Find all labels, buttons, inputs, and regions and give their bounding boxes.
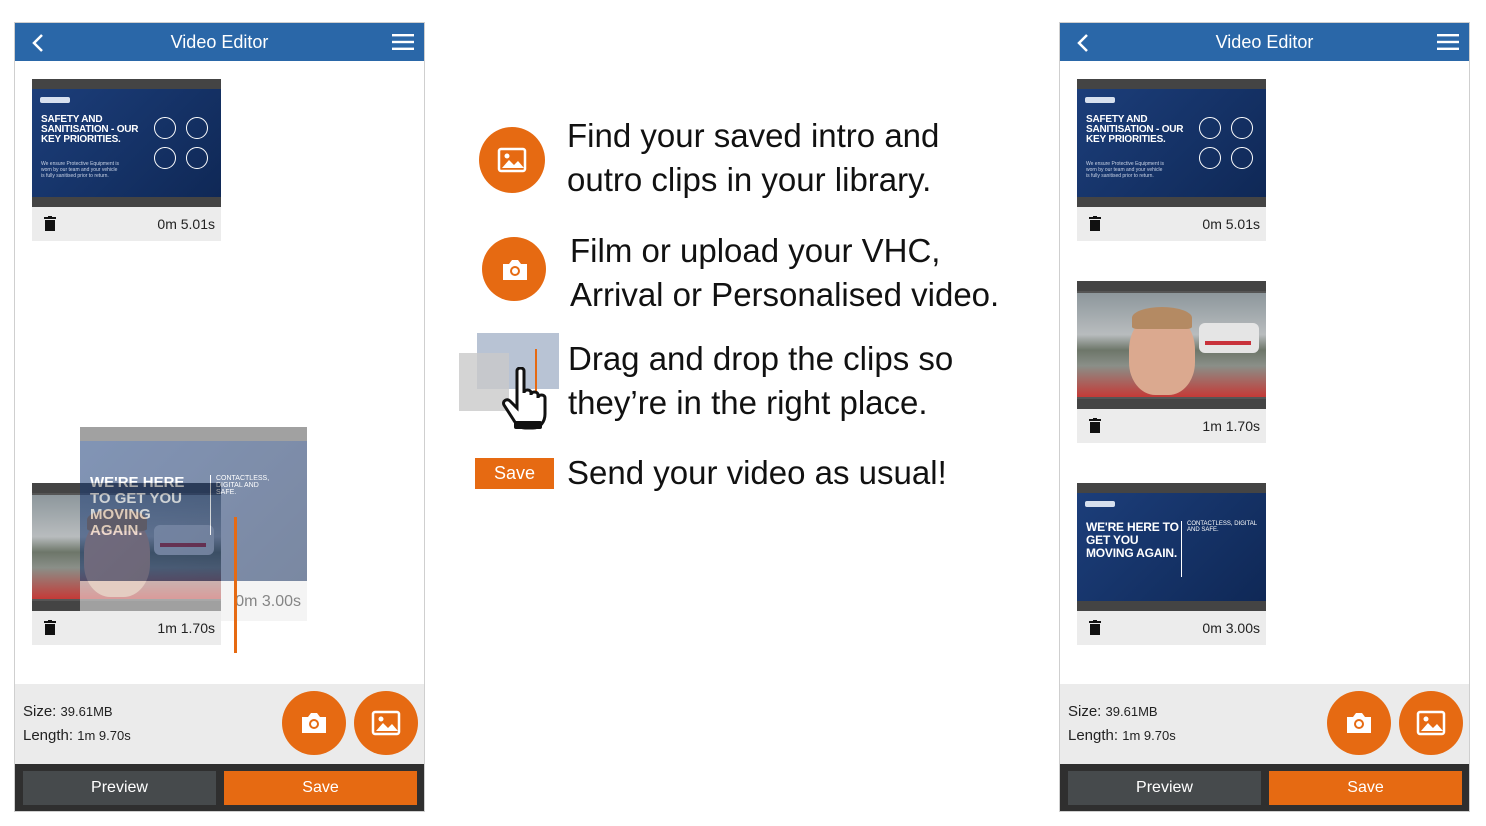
drag-hand-icon — [459, 333, 559, 431]
clip-thumbnail[interactable]: SAFETY AND SANITISATION - OUR KEY PRIORI… — [1077, 79, 1266, 207]
promo-slide: SAFETY AND SANITISATION - OUR KEY PRIORI… — [32, 89, 221, 197]
promo-slide: WE'RE HERE TO GET YOU MOVING AGAIN. CONT… — [1077, 493, 1266, 601]
clip-duration: 1m 1.70s — [1202, 418, 1260, 434]
sanitiser-icon — [1231, 117, 1253, 139]
promo-body: We ensure Protective Equipment is worn b… — [1086, 161, 1165, 179]
no-virus-icon — [186, 147, 208, 169]
clip-toolbar: 0m 3.00s — [1077, 611, 1266, 645]
clip-duration: 0m 3.00s — [1202, 620, 1260, 636]
step-1-text: Find your saved intro and outro clips in … — [567, 117, 940, 198]
clip-thumbnail[interactable]: SAFETY AND SANITISATION - OUR KEY PRIORI… — [32, 79, 221, 207]
step-4-text: Send your video as usual! — [567, 454, 947, 491]
clip-duration: 0m 5.01s — [1202, 216, 1260, 232]
steering-wheel-icon — [1199, 147, 1221, 169]
app-header: Video Editor — [15, 23, 424, 61]
step-3-text: Drag and drop the clips so they’re in the… — [568, 340, 954, 421]
header-title: Video Editor — [1215, 32, 1314, 52]
phone-screen-before: Video Editor SAFETY AND SANITISATION - O… — [14, 22, 425, 812]
glove-icon — [154, 117, 176, 139]
camera-icon — [302, 713, 326, 733]
video-frame — [1077, 293, 1266, 397]
step-2-text: Film or upload your VHC, Arrival or Perso… — [570, 232, 1000, 313]
steering-wheel-icon — [154, 147, 176, 169]
save-badge: Save — [475, 458, 554, 489]
sanitiser-icon — [186, 117, 208, 139]
header-title: Video Editor — [170, 32, 269, 52]
video-info-panel: Size: 39.61MB Length: 1m 9.70s — [15, 684, 424, 764]
camera-icon — [1347, 713, 1371, 733]
trash-icon[interactable] — [44, 216, 56, 231]
trash-icon[interactable] — [1089, 620, 1101, 635]
trash-icon[interactable] — [1089, 418, 1101, 433]
camera-button[interactable] — [282, 691, 346, 755]
clip-toolbar: 1m 1.70s — [1077, 409, 1266, 443]
save-button[interactable]: Save — [1269, 771, 1462, 805]
promo-body: We ensure Protective Equipment is worn b… — [41, 161, 120, 179]
promo-tagline: CONTACTLESS, DIGITAL AND SAFE. — [1187, 521, 1257, 533]
length-info: Length: 1m 9.70s — [23, 727, 131, 744]
clip-item[interactable]: SAFETY AND SANITISATION - OUR KEY PRIORI… — [1077, 79, 1266, 241]
glove-icon — [1199, 117, 1221, 139]
trash-icon[interactable] — [1089, 216, 1101, 231]
promo-headline: SAFETY AND SANITISATION - OUR KEY PRIORI… — [41, 114, 139, 145]
promo-headline: WE'RE HERE TO GET YOU MOVING AGAIN. — [90, 474, 185, 539]
clip-item[interactable]: WE'RE HERE TO GET YOU MOVING AGAIN. CONT… — [1077, 483, 1266, 645]
brand-logo — [1085, 501, 1115, 507]
clip-duration: 0m 3.00s — [235, 593, 301, 610]
clip-duration: 0m 5.01s — [157, 216, 215, 232]
library-button[interactable] — [1399, 691, 1463, 755]
clip-thumbnail[interactable]: WE'RE HERE TO GET YOU MOVING AGAIN. CONT… — [1077, 483, 1266, 611]
save-button[interactable]: Save — [224, 771, 417, 805]
camera-button[interactable] — [1327, 691, 1391, 755]
phone-screen-after: Video Editor SAFETY AND SANITISATION - O… — [1059, 22, 1470, 812]
drop-position-indicator — [234, 517, 237, 653]
promo-tagline: CONTACTLESS, DIGITAL AND SAFE. — [216, 475, 270, 496]
step-camera-badge — [482, 237, 546, 301]
car-shape — [1199, 323, 1259, 353]
camera-icon — [503, 260, 527, 280]
no-virus-icon — [1231, 147, 1253, 169]
clip-item[interactable]: SAFETY AND SANITISATION - OUR KEY PRIORI… — [32, 79, 221, 241]
action-bar: Preview Save — [15, 764, 424, 811]
size-info: Size: 39.61MB — [23, 703, 113, 720]
length-info: Length: 1m 9.70s — [1068, 727, 1176, 744]
clip-toolbar: 0m 5.01s — [1077, 207, 1266, 241]
promo-headline: WE'RE HERE TO GET YOU MOVING AGAIN. — [1086, 520, 1179, 560]
library-button[interactable] — [354, 691, 418, 755]
preview-button[interactable]: Preview — [1068, 771, 1261, 805]
video-info-panel: Size: 39.61MB Length: 1m 9.70s — [1060, 684, 1469, 764]
image-library-icon — [1416, 710, 1446, 736]
size-info: Size: 39.61MB — [1068, 703, 1158, 720]
clip-duration: 1m 1.70s — [157, 620, 215, 636]
step-library-badge — [479, 127, 545, 193]
promo-slide: WE'RE HERE TO GET YOU MOVING AGAIN. CONT… — [80, 441, 307, 581]
hamburger-icon[interactable] — [1437, 33, 1459, 51]
dragging-clip-ghost[interactable]: WE'RE HERE TO GET YOU MOVING AGAIN. CONT… — [80, 427, 307, 621]
clip-thumbnail[interactable] — [1077, 281, 1266, 409]
image-library-icon — [371, 710, 401, 736]
brand-logo — [40, 97, 70, 103]
image-library-icon — [497, 147, 527, 173]
preview-button[interactable]: Preview — [23, 771, 216, 805]
promo-headline: SAFETY AND SANITISATION - OUR KEY PRIORI… — [1086, 114, 1184, 145]
app-header: Video Editor — [1060, 23, 1469, 61]
brand-logo — [1085, 97, 1115, 103]
action-bar: Preview Save — [1060, 764, 1469, 811]
clip-toolbar: 0m 5.01s — [32, 207, 221, 241]
clip-item[interactable]: 1m 1.70s — [1077, 281, 1266, 443]
trash-icon[interactable] — [44, 620, 56, 635]
promo-slide: SAFETY AND SANITISATION - OUR KEY PRIORI… — [1077, 89, 1266, 197]
hamburger-icon[interactable] — [392, 33, 414, 51]
